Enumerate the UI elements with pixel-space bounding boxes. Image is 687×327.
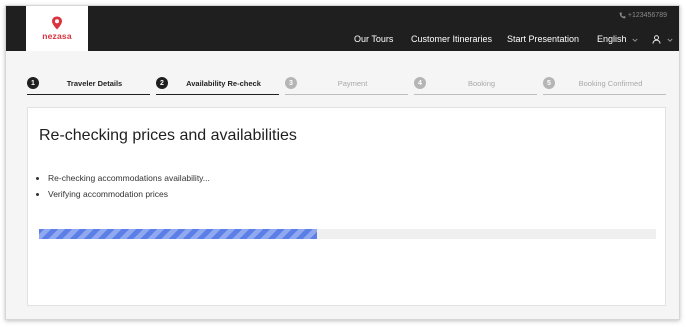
step-label: Payment — [337, 78, 368, 88]
nav-customer-itineraries[interactable]: Customer Itineraries — [411, 34, 492, 44]
phone-contact[interactable]: +123456789 — [619, 12, 667, 19]
progress-bar-fill — [39, 229, 317, 239]
nav-start-presentation[interactable]: Start Presentation — [507, 34, 579, 44]
list-item: Verifying accommodation prices — [48, 186, 210, 202]
phone-number: +123456789 — [627, 12, 667, 19]
user-menu-button[interactable] — [652, 34, 673, 44]
language-label: English — [597, 34, 627, 44]
step-number: 3 — [285, 77, 297, 89]
step-traveler-details[interactable]: 1 Traveler Details — [27, 73, 150, 95]
browser-frame: nezasa +123456789 Our Tours Customer Iti… — [5, 5, 680, 320]
nav-our-tours[interactable]: Our Tours — [354, 34, 393, 44]
user-icon — [652, 35, 661, 44]
step-payment[interactable]: 3 Payment — [285, 73, 408, 95]
step-number: 1 — [27, 77, 39, 89]
step-underline — [156, 93, 279, 95]
phone-icon — [619, 12, 626, 19]
chevron-down-icon — [666, 38, 673, 42]
step-label: Booking Confirmed — [578, 78, 643, 88]
step-underline — [27, 93, 150, 95]
step-label: Availability Re-check — [186, 78, 261, 88]
step-availability-recheck[interactable]: 2 Availability Re-check — [156, 73, 279, 95]
status-list: Re-checking accommodations availability.… — [48, 170, 210, 202]
step-booking[interactable]: 4 Booking — [414, 73, 537, 95]
step-label: Traveler Details — [66, 78, 123, 88]
language-selector[interactable]: English — [597, 34, 638, 44]
chevron-down-icon — [632, 38, 638, 42]
step-number: 5 — [543, 77, 555, 89]
step-label: Booking — [467, 78, 496, 88]
location-pin-icon — [52, 16, 62, 30]
progress-bar — [39, 229, 656, 239]
list-item: Re-checking accommodations availability.… — [48, 170, 210, 186]
step-underline — [543, 94, 666, 95]
recheck-panel: Re-checking prices and availabilities Re… — [27, 107, 666, 306]
step-number: 4 — [414, 77, 426, 89]
page-title: Re-checking prices and availabilities — [39, 127, 297, 144]
step-underline — [414, 94, 537, 95]
step-underline — [285, 94, 408, 95]
nezasa-logo[interactable]: nezasa — [26, 6, 88, 51]
step-booking-confirmed[interactable]: 5 Booking Confirmed — [543, 73, 666, 95]
step-number: 2 — [156, 77, 168, 89]
top-navigation-bar: nezasa +123456789 Our Tours Customer Iti… — [6, 6, 679, 51]
logo-text: nezasa — [42, 31, 72, 41]
